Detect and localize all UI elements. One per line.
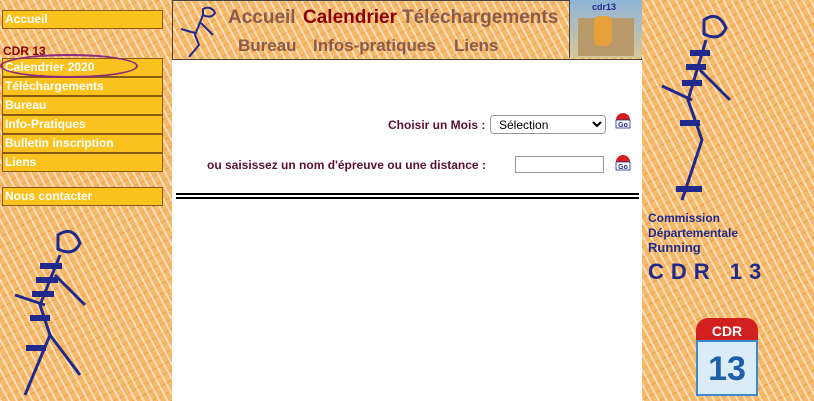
divider-top bbox=[176, 193, 639, 195]
svg-text:Go: Go bbox=[618, 164, 628, 171]
banner-link-telechargements[interactable]: Téléchargements bbox=[402, 7, 558, 29]
banner-link-bureau[interactable]: Bureau bbox=[238, 36, 297, 56]
cdr13-logo: CDR 13 bbox=[696, 318, 758, 396]
menu-item-liens[interactable]: Liens bbox=[2, 153, 163, 172]
cdr-line-commission: Commission bbox=[648, 211, 721, 225]
search-label: ou saisissez un nom d'épreuve ou une dis… bbox=[207, 158, 486, 172]
cdr13-logo-top: CDR bbox=[696, 318, 758, 342]
banner-link-calendrier[interactable]: Calendrier bbox=[303, 7, 397, 29]
cdr-big-title: CDR 13 bbox=[648, 259, 769, 284]
event-search-input[interactable] bbox=[515, 156, 604, 173]
month-go-button[interactable]: Go bbox=[614, 111, 632, 129]
cdr13-logo-number: 13 bbox=[696, 340, 758, 396]
divider-bottom bbox=[176, 197, 639, 199]
month-label: Choisir un Mois : bbox=[388, 118, 486, 132]
search-go-button[interactable]: Go bbox=[614, 153, 632, 171]
main-content: Choisir un Mois : Sélection Go ou saisis… bbox=[172, 60, 642, 401]
month-select[interactable]: Sélection bbox=[490, 115, 606, 134]
menu-item-info-pratiques[interactable]: Info-Pratiques bbox=[2, 115, 163, 134]
left-sidebar: Accueil CDR 13 Calendrier 2020 Télécharg… bbox=[0, 0, 172, 401]
menu-item-contact[interactable]: Nous contacter bbox=[2, 187, 163, 206]
svg-text:Go: Go bbox=[618, 122, 628, 129]
menu-item-bureau[interactable]: Bureau bbox=[2, 96, 163, 115]
section-title-cdr13: CDR 13 bbox=[3, 44, 46, 58]
banner-link-accueil[interactable]: Accueil bbox=[228, 7, 296, 29]
menu-item-bulletin[interactable]: Bulletin inscription bbox=[2, 134, 163, 153]
banner-link-infos-pratiques[interactable]: Infos-pratiques bbox=[313, 36, 436, 56]
runner-illustration-right bbox=[661, 14, 732, 201]
banner-photo: cdr13 bbox=[569, 0, 642, 58]
banner-link-liens[interactable]: Liens bbox=[454, 36, 498, 56]
runner-illustration bbox=[14, 229, 87, 396]
banner-photo-caption: cdr13 bbox=[592, 2, 617, 12]
menu-item-telechargements[interactable]: Téléchargements bbox=[2, 77, 163, 96]
right-panel: Commission Départementale Running CDR 13… bbox=[642, 0, 814, 401]
menu-item-calendrier[interactable]: Calendrier 2020 bbox=[2, 58, 163, 77]
runner-logo-small bbox=[180, 6, 217, 58]
cdr-line-departementale: Départementale bbox=[648, 226, 739, 240]
runner-figure bbox=[594, 16, 612, 46]
cdr-line-running: Running bbox=[648, 240, 701, 255]
menu-item-accueil[interactable]: Accueil bbox=[2, 10, 163, 29]
